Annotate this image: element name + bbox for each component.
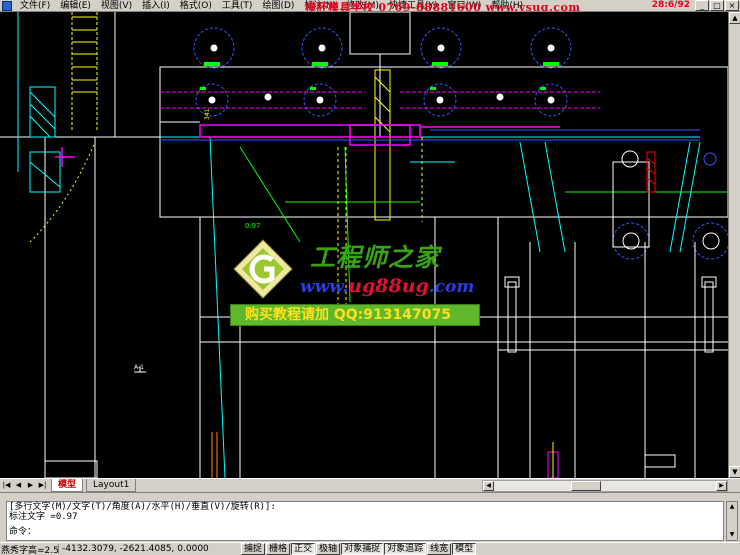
coordinate-readout: -4132.3079, -2621.4085, 0.0000 [58,544,236,554]
status-bar: 燕秀字高=2.5 -4132.3079, -2621.4085, 0.0000 … [0,542,740,555]
scroll-left-arrow-icon[interactable]: ◀ [483,481,494,491]
ortho-toggle[interactable]: 正交 [291,543,316,555]
drawing-canvas[interactable]: A-1 0.97 12 341 工程师之家 www.ug88ug.com 购买教… [0,12,728,478]
menu-view[interactable]: 视图(V) [96,0,137,11]
model-toggle[interactable]: 模型 [452,543,477,555]
watermark-banner: 购买教程请加 QQ:913147075 [230,304,480,326]
cmd-scroll-up-icon[interactable]: ▲ [727,502,737,512]
tab-last-button[interactable]: ▶| [37,480,48,491]
watermark-overlay: 工程师之家 www.ug88ug.com 购买教程请加 QQ:913147075 [230,230,485,330]
tab-prev-button[interactable]: ◀ [13,480,24,491]
main-plate [159,66,728,218]
engineer-home-logo [233,239,293,299]
scroll-right-arrow-icon[interactable]: ▶ [716,481,727,491]
dimension-label-341[interactable]: 341 [204,108,211,120]
close-button[interactable]: × [725,0,739,11]
command-window[interactable]: [多行文字(M)/文字(T)/角度(A)/水平(H)/垂直(V)/旋转(R)]:… [6,501,724,541]
polar-toggle[interactable]: 极轴 [316,543,341,555]
menu-file[interactable]: 文件(F) [15,0,55,11]
lineweight-toggle[interactable]: 线宽 [427,543,452,555]
scroll-down-arrow-icon[interactable]: ▼ [729,466,740,478]
dimension-label-097[interactable]: 0.97 [245,222,261,230]
url-highlight: ug88ug [348,275,429,297]
command-history-line: [多行文字(M)/文字(T)/角度(A)/水平(H)/垂直(V)/旋转(R)]: [9,502,276,512]
bolts [504,276,717,353]
watermark-title: 工程师之家 [310,243,441,272]
tab-model[interactable]: 模型 [51,479,84,492]
menu-tools[interactable]: 工具(T) [217,0,258,11]
bolt-circles-top [193,27,572,117]
command-history-line: 标注文字 =0.97 [9,512,78,522]
header-coord-text: 28:6/92 [651,0,690,10]
blue-runner [160,129,700,141]
url-prefix: www. [300,277,349,297]
window-controls: _ □ × [695,0,739,11]
left-frame [0,12,160,478]
restore-button[interactable]: □ [710,0,724,11]
menu-insert[interactable]: 插入(I) [137,0,175,11]
grid-toggle[interactable]: 栅格 [266,543,291,555]
otrack-toggle[interactable]: 对象追踪 [384,543,427,555]
cmd-scroll-down-icon[interactable]: ▼ [727,530,737,540]
horizontal-scrollbar[interactable]: ◀ ▶ [482,480,728,492]
url-suffix: .com [428,277,475,297]
command-scrollbar[interactable]: ▲ ▼ [726,501,738,541]
command-prompt[interactable]: 命令： [9,527,723,537]
vertical-scrollbar[interactable]: ▲ ▼ [728,12,740,478]
command-area: [多行文字(M)/文字(T)/角度(A)/水平(H)/垂直(V)/旋转(R)]:… [0,492,740,542]
red-spring [646,151,656,193]
autocad-app-icon[interactable] [2,0,12,11]
layout-tab-bar: |◀ ◀ ▶ ▶| 模型 Layout1 ◀ ▶ [0,478,740,492]
scroll-up-arrow-icon[interactable]: ▲ [729,12,740,24]
top-yellow-column [71,12,98,132]
right-circles [612,150,728,260]
tab-first-button[interactable]: |◀ [1,480,12,491]
watermark-header-text: 模胚模具学校 0769-88881600 www.ysug.com [305,1,581,12]
menu-draw[interactable]: 绘图(D) [257,0,299,11]
center-column [349,12,411,137]
ucs-marker-label: A-1 [134,364,144,371]
autocad-window: 文件(F) 编辑(E) 视图(V) 插入(I) 格式(O) 工具(T) 绘图(D… [0,0,740,555]
magenta-center-marks [55,147,75,167]
minimize-button[interactable]: _ [695,0,709,11]
osnap-toggle[interactable]: 对象捕捉 [341,543,384,555]
horizontal-scroll-thumb[interactable] [571,481,601,491]
menu-format[interactable]: 格式(O) [175,0,217,11]
menu-bar: 文件(F) 编辑(E) 视图(V) 插入(I) 格式(O) 工具(T) 绘图(D… [0,0,740,12]
menu-edit[interactable]: 编辑(E) [55,0,96,11]
snap-toggle[interactable]: 捕捉 [241,543,266,555]
tab-next-button[interactable]: ▶ [25,480,36,491]
text-height-readout: 燕秀字高=2.5 [1,545,59,555]
watermark-url: www.ug88ug.com [300,275,474,297]
tab-layout1[interactable]: Layout1 [86,479,137,492]
